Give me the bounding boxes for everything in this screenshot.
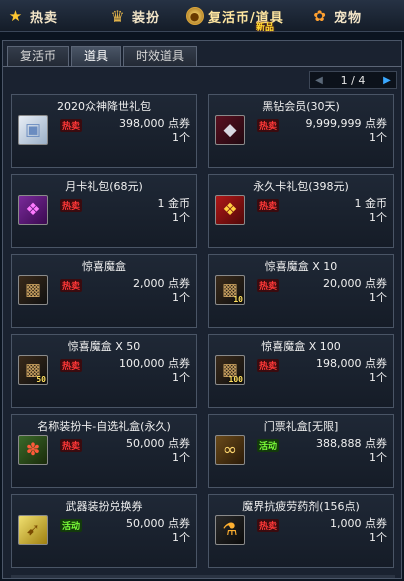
name-card-icon[interactable]: ✽ — [18, 435, 48, 465]
item-card[interactable]: 永久卡礼包(398元) ❖ 热卖 1 金币 1个 — [208, 174, 394, 248]
item-name: 武器装扮兑换券 — [65, 500, 143, 513]
event-badge: 活动 — [257, 439, 280, 452]
coin-icon: ● — [186, 7, 204, 25]
item-quantity: 1个 — [369, 451, 387, 464]
tab-items[interactable]: 道具 — [71, 46, 122, 66]
item-quantity: 1个 — [369, 291, 387, 304]
item-name: 2020众神降世礼包 — [57, 100, 151, 113]
nav-label: 宠物 — [334, 10, 363, 26]
purple-gift-icon[interactable]: ❖ — [18, 195, 48, 225]
pager: ◀ 1 / 4 ▶ — [309, 71, 397, 89]
hot-badge: 热卖 — [257, 279, 280, 292]
voucher-icon[interactable]: ➹ — [18, 515, 48, 545]
prev-page-icon[interactable]: ◀ — [312, 73, 326, 87]
hot-badge: 热卖 — [60, 119, 83, 132]
mystery-box-icon[interactable]: ▩ 100 — [215, 355, 245, 385]
item-name: 魔界抗疲劳药剂(156点) — [242, 500, 360, 513]
item-quantity: 1个 — [172, 451, 190, 464]
star-icon: ★ — [8, 7, 24, 25]
item-card[interactable]: 武器装扮兑换券 ➹ 活动 50,000 点券 1个 — [11, 494, 197, 568]
item-card[interactable]: 惊喜魔盒 X 100 ▩ 100 热卖 198,000 点券 1个 — [208, 334, 394, 408]
item-name: 名称装扮卡-自选礼盒(永久) — [37, 420, 171, 433]
mystery-box-icon[interactable]: ▩ 50 — [18, 355, 48, 385]
item-name: 黑钻会员(30天) — [262, 100, 340, 113]
item-name: 门票礼盒[无限] — [263, 420, 339, 433]
item-card[interactable]: 黑钻会员(30天) ◆ 热卖 9,999,999 点券 1个 — [208, 94, 394, 168]
bottom-divider — [11, 575, 395, 578]
pet-icon: ✿ — [313, 7, 327, 25]
shop-panel: 复活币 道具 时效道具 ◀ 1 / 4 ▶ 2020众神降世礼包 ▣ 热卖 398,0… — [2, 40, 402, 579]
item-quantity: 1个 — [172, 211, 190, 224]
item-quantity: 1个 — [369, 531, 387, 544]
item-quantity: 1个 — [172, 291, 190, 304]
item-card[interactable]: 2020众神降世礼包 ▣ 热卖 398,000 点券 1个 — [11, 94, 197, 168]
mystery-box-icon[interactable]: ▩ — [18, 275, 48, 305]
item-quantity: 1个 — [172, 371, 190, 384]
top-nav: ★ 热卖 ♛ 装扮 ● 复活币/道具 新品 ✿ 宠物 — [0, 0, 404, 33]
item-name: 惊喜魔盒 X 10 — [264, 260, 338, 273]
item-card[interactable]: 惊喜魔盒 X 50 ▩ 50 热卖 100,000 点券 1个 — [11, 334, 197, 408]
hot-badge: 热卖 — [257, 199, 280, 212]
event-badge: 活动 — [60, 519, 83, 532]
next-page-icon[interactable]: ▶ — [380, 73, 394, 87]
item-quantity: 1个 — [369, 131, 387, 144]
hot-badge: 热卖 — [257, 359, 280, 372]
gift-box-icon[interactable]: ▣ — [18, 115, 48, 145]
item-quantity: 1个 — [172, 531, 190, 544]
hot-badge: 热卖 — [60, 439, 83, 452]
nav-label: 装扮 — [132, 10, 161, 26]
item-card[interactable]: 月卡礼包(68元) ❖ 热卖 1 金币 1个 — [11, 174, 197, 248]
nav-label: 热卖 — [30, 10, 59, 26]
nav-outfit[interactable]: ♛ 装扮 — [108, 4, 160, 28]
mystery-box-icon[interactable]: ▩ 10 — [215, 275, 245, 305]
ticket-box-icon[interactable]: ∞ — [215, 435, 245, 465]
potion-icon[interactable]: ⚗ — [215, 515, 245, 545]
costume-icon: ♛ — [110, 6, 126, 26]
hot-badge: 热卖 — [60, 279, 83, 292]
item-card[interactable]: 惊喜魔盒 X 10 ▩ 10 热卖 20,000 点券 1个 — [208, 254, 394, 328]
page-indicator: 1 / 4 — [340, 73, 366, 87]
item-name: 永久卡礼包(398元) — [253, 180, 349, 193]
item-card[interactable]: 门票礼盒[无限] ∞ 活动 388,888 点券 1个 — [208, 414, 394, 488]
black-diamond-icon[interactable]: ◆ — [215, 115, 245, 145]
item-name: 惊喜魔盒 X 100 — [261, 340, 341, 353]
new-badge: 新品 — [256, 23, 275, 33]
item-name: 惊喜魔盒 X 50 — [67, 340, 141, 353]
nav-pet[interactable]: ✿ 宠物 — [310, 4, 362, 28]
item-quantity: 1个 — [369, 211, 387, 224]
item-card[interactable]: 惊喜魔盒 ▩ 热卖 2,000 点券 1个 — [11, 254, 197, 328]
hot-badge: 热卖 — [257, 119, 280, 132]
item-quantity: 1个 — [172, 131, 190, 144]
tab-timed-items[interactable]: 时效道具 — [123, 46, 198, 66]
hot-badge: 热卖 — [257, 519, 280, 532]
red-gift-icon[interactable]: ❖ — [215, 195, 245, 225]
tab-bar: 复活币 道具 时效道具 — [7, 46, 198, 66]
item-count-label: 10 — [233, 295, 243, 304]
nav-hot-sale[interactable]: ★ 热卖 — [6, 4, 58, 28]
tab-revive-coin[interactable]: 复活币 — [7, 46, 70, 66]
item-card[interactable]: 魔界抗疲劳药剂(156点) ⚗ 热卖 1,000 点券 1个 — [208, 494, 394, 568]
hot-badge: 热卖 — [60, 359, 83, 372]
item-count-label: 50 — [36, 375, 46, 384]
item-card[interactable]: 名称装扮卡-自选礼盒(永久) ✽ 热卖 50,000 点券 1个 — [11, 414, 197, 488]
hot-badge: 热卖 — [60, 199, 83, 212]
tab-divider — [3, 66, 401, 67]
item-count-label: 100 — [228, 375, 243, 384]
item-quantity: 1个 — [369, 371, 387, 384]
item-name: 月卡礼包(68元) — [65, 180, 143, 193]
item-name: 惊喜魔盒 — [82, 260, 126, 273]
